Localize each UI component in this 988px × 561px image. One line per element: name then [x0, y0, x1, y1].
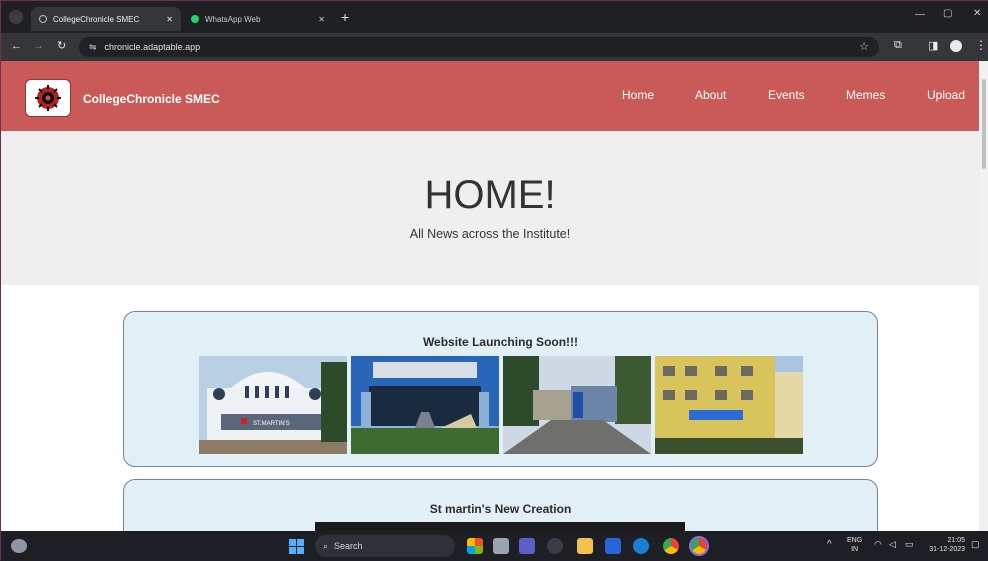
taskbar-search-placeholder: Search: [334, 541, 363, 551]
teams-icon[interactable]: [519, 538, 535, 554]
new-tab-button[interactable]: +: [341, 9, 349, 25]
news-card[interactable]: St martin's New Creation: [123, 479, 878, 531]
whatsapp-icon: [191, 15, 199, 23]
chrome-profile-icon[interactable]: [689, 536, 709, 556]
gear-logo-icon: [35, 85, 61, 111]
url-bar[interactable]: ⇋ chronicle.adaptable.app ☆: [79, 37, 879, 57]
tab-bar: CollegeChronicle SMEC ✕ WhatsApp Web ✕ +…: [1, 1, 988, 33]
address-toolbar: ← → ↻ ⇋ chronicle.adaptable.app ☆ ⧉ ◨ ⋮: [1, 33, 988, 61]
sidepanel-icon[interactable]: ◨: [928, 39, 938, 52]
tab-label: WhatsApp Web: [205, 14, 261, 24]
news-card-image: [315, 522, 685, 531]
clock-date: 31-12-2023: [929, 546, 965, 553]
page-title: HOME!: [424, 173, 556, 217]
news-card[interactable]: Website Launching Soon!!! ST.MARTIN'S: [123, 311, 878, 467]
app-icon[interactable]: [605, 538, 621, 554]
region-code: IN: [851, 546, 859, 553]
windows-taskbar: ⌕ Search ^ ENG IN ◠ ◁ ▭ 21:05 31-12-2023…: [1, 531, 988, 561]
nav-events[interactable]: Events: [768, 88, 805, 102]
nav-upload[interactable]: Upload: [927, 88, 965, 102]
battery-icon[interactable]: ▭: [905, 539, 914, 550]
close-tab-icon[interactable]: ✕: [166, 15, 173, 24]
minimize-button[interactable]: —: [915, 9, 925, 20]
photo-engineering-college: [351, 356, 499, 454]
news-card-title: St martin's New Creation: [429, 502, 572, 516]
profile-icon[interactable]: [950, 40, 962, 52]
site-info-icon[interactable]: ⇋: [89, 42, 97, 53]
chrome-icon[interactable]: [663, 538, 679, 554]
menu-icon[interactable]: ⋮: [975, 38, 987, 52]
tab-search-button[interactable]: [9, 10, 23, 24]
language-code: ENG: [847, 537, 863, 544]
clock-time: 21:05: [947, 537, 965, 544]
page-scrollbar[interactable]: [979, 61, 988, 531]
reload-icon[interactable]: ↻: [57, 39, 66, 52]
tab-whatsapp[interactable]: WhatsApp Web ✕: [183, 7, 333, 31]
windows-start-icon[interactable]: [289, 539, 304, 554]
nav-home[interactable]: Home: [622, 88, 654, 102]
tab-label: CollegeChronicle SMEC: [53, 14, 140, 24]
clock[interactable]: 21:05 31-12-2023: [925, 536, 965, 554]
hero-banner: HOME! All News across the Institute!: [1, 131, 979, 285]
close-tab-icon[interactable]: ✕: [318, 15, 325, 24]
file-explorer-icon[interactable]: [577, 538, 593, 554]
settings-icon[interactable]: [547, 538, 563, 554]
weather-icon[interactable]: [11, 539, 27, 553]
college-logo[interactable]: [25, 79, 71, 117]
url-text: chronicle.adaptable.app: [104, 42, 201, 52]
photo-yellow-building: [655, 356, 803, 454]
language-indicator[interactable]: ENG IN: [847, 536, 862, 554]
task-view-icon[interactable]: [493, 538, 509, 554]
maximize-button[interactable]: ▢: [943, 8, 952, 19]
edge-icon[interactable]: [633, 538, 649, 554]
notification-icon[interactable]: ▢: [971, 539, 980, 550]
chevron-up-icon[interactable]: ^: [827, 539, 832, 550]
photo-college-front: ST.MARTIN'S: [199, 356, 347, 454]
globe-icon: [39, 15, 47, 23]
search-icon: ⌕: [323, 540, 329, 551]
forward-icon[interactable]: →: [33, 40, 44, 52]
sign-text: ST.MARTIN'S: [253, 421, 290, 427]
wifi-icon[interactable]: ◠: [874, 539, 882, 550]
photo-campus-road: [503, 356, 651, 454]
volume-icon[interactable]: ◁: [889, 539, 896, 550]
nav-memes[interactable]: Memes: [846, 88, 885, 102]
extensions-icon[interactable]: ⧉: [894, 39, 902, 52]
photos-icon[interactable]: [467, 538, 483, 554]
taskbar-search[interactable]: ⌕ Search: [315, 535, 455, 557]
close-window-button[interactable]: ✕: [973, 8, 981, 19]
nav-about[interactable]: About: [695, 88, 726, 102]
page-subtitle: All News across the Institute!: [409, 227, 571, 241]
site-brand[interactable]: CollegeChronicle SMEC: [83, 92, 220, 106]
web-page: CollegeChronicle SMEC Home About Events …: [1, 61, 979, 531]
tab-collegechronicle[interactable]: CollegeChronicle SMEC ✕: [31, 7, 181, 31]
site-navbar: CollegeChronicle SMEC Home About Events …: [1, 61, 979, 131]
news-card-title: Website Launching Soon!!!: [422, 335, 579, 349]
back-icon[interactable]: ←: [11, 40, 22, 52]
scrollbar-thumb[interactable]: [982, 79, 986, 169]
browser-window: CollegeChronicle SMEC ✕ WhatsApp Web ✕ +…: [0, 0, 988, 561]
bookmark-star-icon[interactable]: ☆: [859, 40, 869, 53]
